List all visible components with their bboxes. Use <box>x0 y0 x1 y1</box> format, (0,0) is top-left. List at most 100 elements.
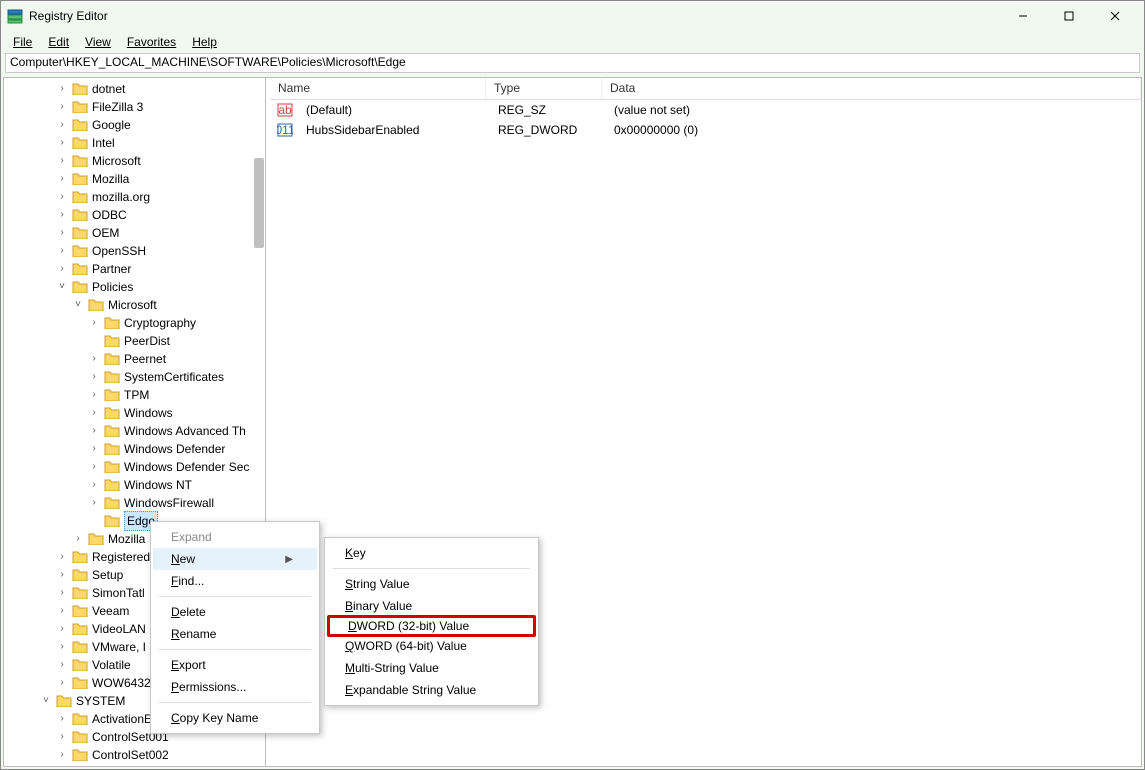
tree-toggle-icon[interactable]: › <box>88 458 100 476</box>
new-multistring-value[interactable]: Multi-String Value <box>327 657 536 679</box>
folder-icon <box>104 406 120 420</box>
tree-item[interactable]: › mozilla.org <box>4 188 265 206</box>
tree-toggle-icon[interactable]: › <box>72 530 84 548</box>
ctx-find[interactable]: Find... <box>153 570 317 592</box>
tree-item[interactable]: ›FileZilla 3 <box>4 98 265 116</box>
tree-item[interactable]: › OpenSSH <box>4 242 265 260</box>
menu-help[interactable]: Help <box>186 33 223 51</box>
tree-label: dotnet <box>92 80 125 98</box>
tree-toggle-icon[interactable]: › <box>56 584 68 602</box>
tree-toggle-icon[interactable]: › <box>56 728 68 746</box>
menu-edit[interactable]: Edit <box>42 33 75 51</box>
minimize-button[interactable] <box>1000 1 1046 31</box>
tree-toggle-icon[interactable]: › <box>88 440 100 458</box>
ctx-rename[interactable]: Rename <box>153 623 317 645</box>
tree-label: OpenSSH <box>92 242 146 260</box>
tree-item[interactable]: ˅Microsoft <box>4 296 265 314</box>
tree-toggle-icon[interactable]: › <box>56 638 68 656</box>
menu-file[interactable]: File <box>7 33 38 51</box>
ctx-permissions[interactable]: Permissions... <box>153 676 317 698</box>
tree-item[interactable]: ›Intel <box>4 134 265 152</box>
menu-view[interactable]: View <box>79 33 117 51</box>
tree-toggle-icon[interactable]: › <box>56 674 68 692</box>
ctx-copy-key-name[interactable]: Copy Key Name <box>153 707 317 729</box>
tree-item[interactable]: ›Microsoft <box>4 152 265 170</box>
tree-toggle-icon[interactable]: › <box>56 98 68 116</box>
new-binary-value[interactable]: Binary Value <box>327 595 536 617</box>
tree-toggle-icon[interactable]: › <box>88 368 100 386</box>
new-key[interactable]: Key <box>327 542 536 564</box>
tree-toggle-icon[interactable]: › <box>56 710 68 728</box>
new-qword-value[interactable]: QWORD (64-bit) Value <box>327 635 536 657</box>
tree-toggle-icon[interactable]: › <box>88 314 100 332</box>
folder-icon <box>72 172 88 186</box>
tree-item[interactable]: ›ODBC <box>4 206 265 224</box>
tree-item[interactable]: ›WindowsFirewall <box>4 494 265 512</box>
address-bar[interactable]: Computer\HKEY_LOCAL_MACHINE\SOFTWARE\Pol… <box>5 53 1140 73</box>
tree-item[interactable]: ›Windows Advanced Th <box>4 422 265 440</box>
col-type[interactable]: Type <box>486 78 602 99</box>
tree-toggle-icon[interactable]: › <box>88 476 100 494</box>
titlebar[interactable]: Registry Editor <box>1 1 1144 31</box>
tree-toggle-icon[interactable]: › <box>56 602 68 620</box>
ctx-new[interactable]: New▶ <box>153 548 317 570</box>
tree-item[interactable]: ›Windows Defender Sec <box>4 458 265 476</box>
tree-scrollbar-thumb[interactable] <box>254 158 264 248</box>
tree-item[interactable]: ›TPM <box>4 386 265 404</box>
ctx-delete[interactable]: Delete <box>153 601 317 623</box>
tree-item[interactable]: ›Windows <box>4 404 265 422</box>
ctx-export[interactable]: Export <box>153 654 317 676</box>
tree-item[interactable]: › dotnet <box>4 80 265 98</box>
close-button[interactable] <box>1092 1 1138 31</box>
col-data[interactable]: Data <box>602 78 1141 99</box>
new-string-value[interactable]: String Value <box>327 573 536 595</box>
menu-favorites[interactable]: Favorites <box>121 33 182 51</box>
tree-toggle-icon[interactable]: › <box>56 224 68 242</box>
tree-toggle-icon[interactable]: › <box>88 386 100 404</box>
tree-toggle-icon[interactable]: › <box>88 494 100 512</box>
tree-toggle-icon[interactable]: ˅ <box>56 278 68 296</box>
tree-toggle-icon[interactable]: › <box>56 548 68 566</box>
tree-item[interactable]: ›Cryptography <box>4 314 265 332</box>
tree-item[interactable]: ›Windows Defender <box>4 440 265 458</box>
tree-item[interactable]: PeerDist <box>4 332 265 350</box>
tree-label: mozilla.org <box>92 188 150 206</box>
tree-toggle-icon[interactable]: › <box>56 566 68 584</box>
tree-toggle-icon[interactable]: › <box>56 260 68 278</box>
value-row[interactable]: 011HubsSidebarEnabledREG_DWORD0x00000000… <box>270 120 1141 140</box>
new-expandablestring-value[interactable]: Expandable String Value <box>327 679 536 701</box>
tree-item[interactable]: ›Partner <box>4 260 265 278</box>
tree-item[interactable]: ˅Policies <box>4 278 265 296</box>
tree-label: VideoLAN <box>92 620 146 638</box>
tree-toggle-icon[interactable]: › <box>56 242 68 260</box>
tree-toggle-icon[interactable]: › <box>56 188 68 206</box>
tree-item[interactable]: ›Peernet <box>4 350 265 368</box>
tree-item[interactable]: ›ControlSet002 <box>4 746 265 764</box>
menubar: File Edit View Favorites Help <box>1 31 1144 53</box>
tree-toggle-icon[interactable]: › <box>56 206 68 224</box>
tree-toggle-icon[interactable]: › <box>56 116 68 134</box>
value-row[interactable]: ab(Default)REG_SZ(value not set) <box>270 100 1141 120</box>
tree-item[interactable]: ›SystemCertificates <box>4 368 265 386</box>
tree-item[interactable]: ›Mozilla <box>4 170 265 188</box>
tree-toggle-icon[interactable]: › <box>56 152 68 170</box>
tree-toggle-icon[interactable]: › <box>88 422 100 440</box>
new-dword-value[interactable]: DWORD (32-bit) Value <box>327 615 536 637</box>
tree-toggle-icon[interactable]: ˅ <box>40 692 52 710</box>
maximize-button[interactable] <box>1046 1 1092 31</box>
tree-toggle-icon[interactable]: › <box>56 80 68 98</box>
tree-toggle-icon[interactable]: ˅ <box>72 296 84 314</box>
tree-item[interactable]: ›Windows NT <box>4 476 265 494</box>
separator <box>159 702 311 703</box>
tree-toggle-icon[interactable]: › <box>56 620 68 638</box>
tree-toggle-icon[interactable]: › <box>88 404 100 422</box>
tree-toggle-icon[interactable]: › <box>88 350 100 368</box>
tree-toggle-icon[interactable]: › <box>56 746 68 764</box>
tree-item[interactable]: ›Google <box>4 116 265 134</box>
tree-toggle-icon[interactable]: › <box>56 656 68 674</box>
tree-toggle-icon[interactable]: › <box>56 134 68 152</box>
tree-item[interactable]: ›OEM <box>4 224 265 242</box>
tree-toggle-icon[interactable]: › <box>56 170 68 188</box>
col-name[interactable]: Name <box>270 78 486 99</box>
folder-icon <box>72 154 88 168</box>
